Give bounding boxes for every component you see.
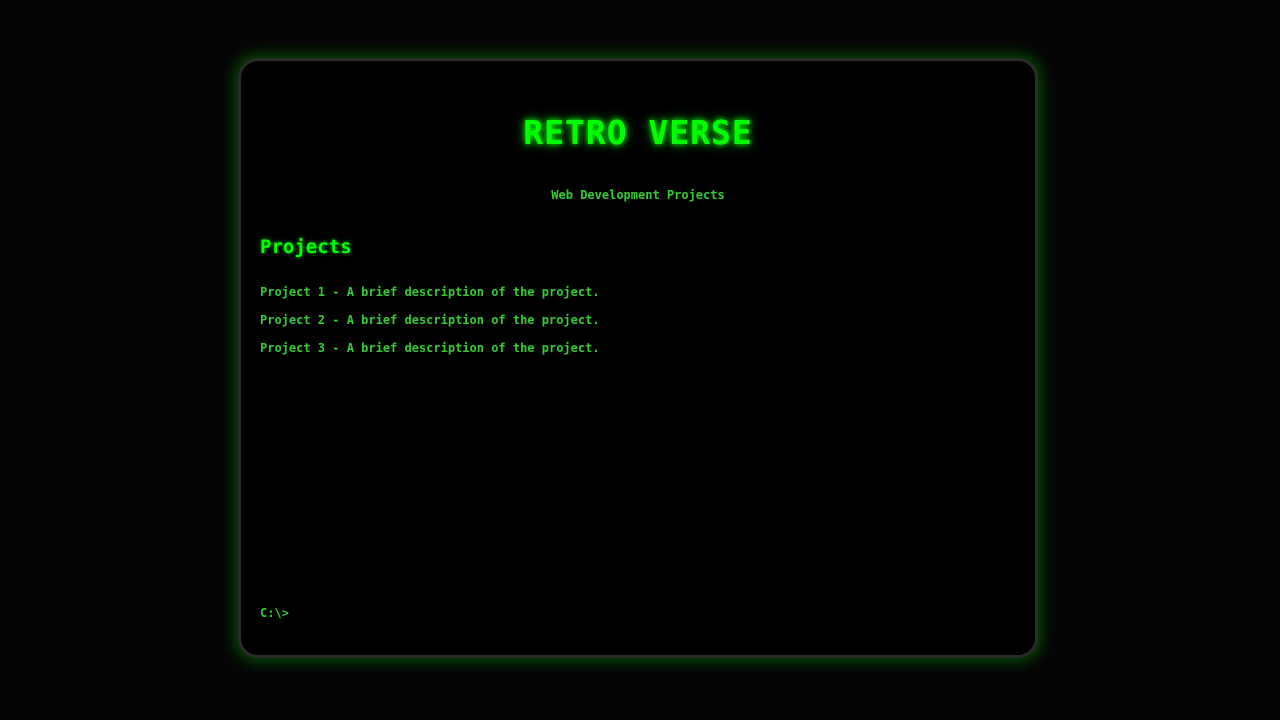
project-item-2[interactable]: Project 2 - A brief description of the p…	[260, 313, 600, 341]
crt-screen: RETRO VERSE Web Development Projects Pro…	[238, 58, 1038, 658]
projects-heading: Projects	[260, 236, 352, 258]
project-list: Project 1 - A brief description of the p…	[260, 285, 600, 369]
command-prompt[interactable]: C:\>	[260, 606, 289, 620]
project-item-3[interactable]: Project 3 - A brief description of the p…	[260, 341, 600, 369]
project-item-1[interactable]: Project 1 - A brief description of the p…	[260, 285, 600, 313]
site-subtitle: Web Development Projects	[551, 188, 725, 202]
site-title: RETRO VERSE	[523, 113, 753, 152]
